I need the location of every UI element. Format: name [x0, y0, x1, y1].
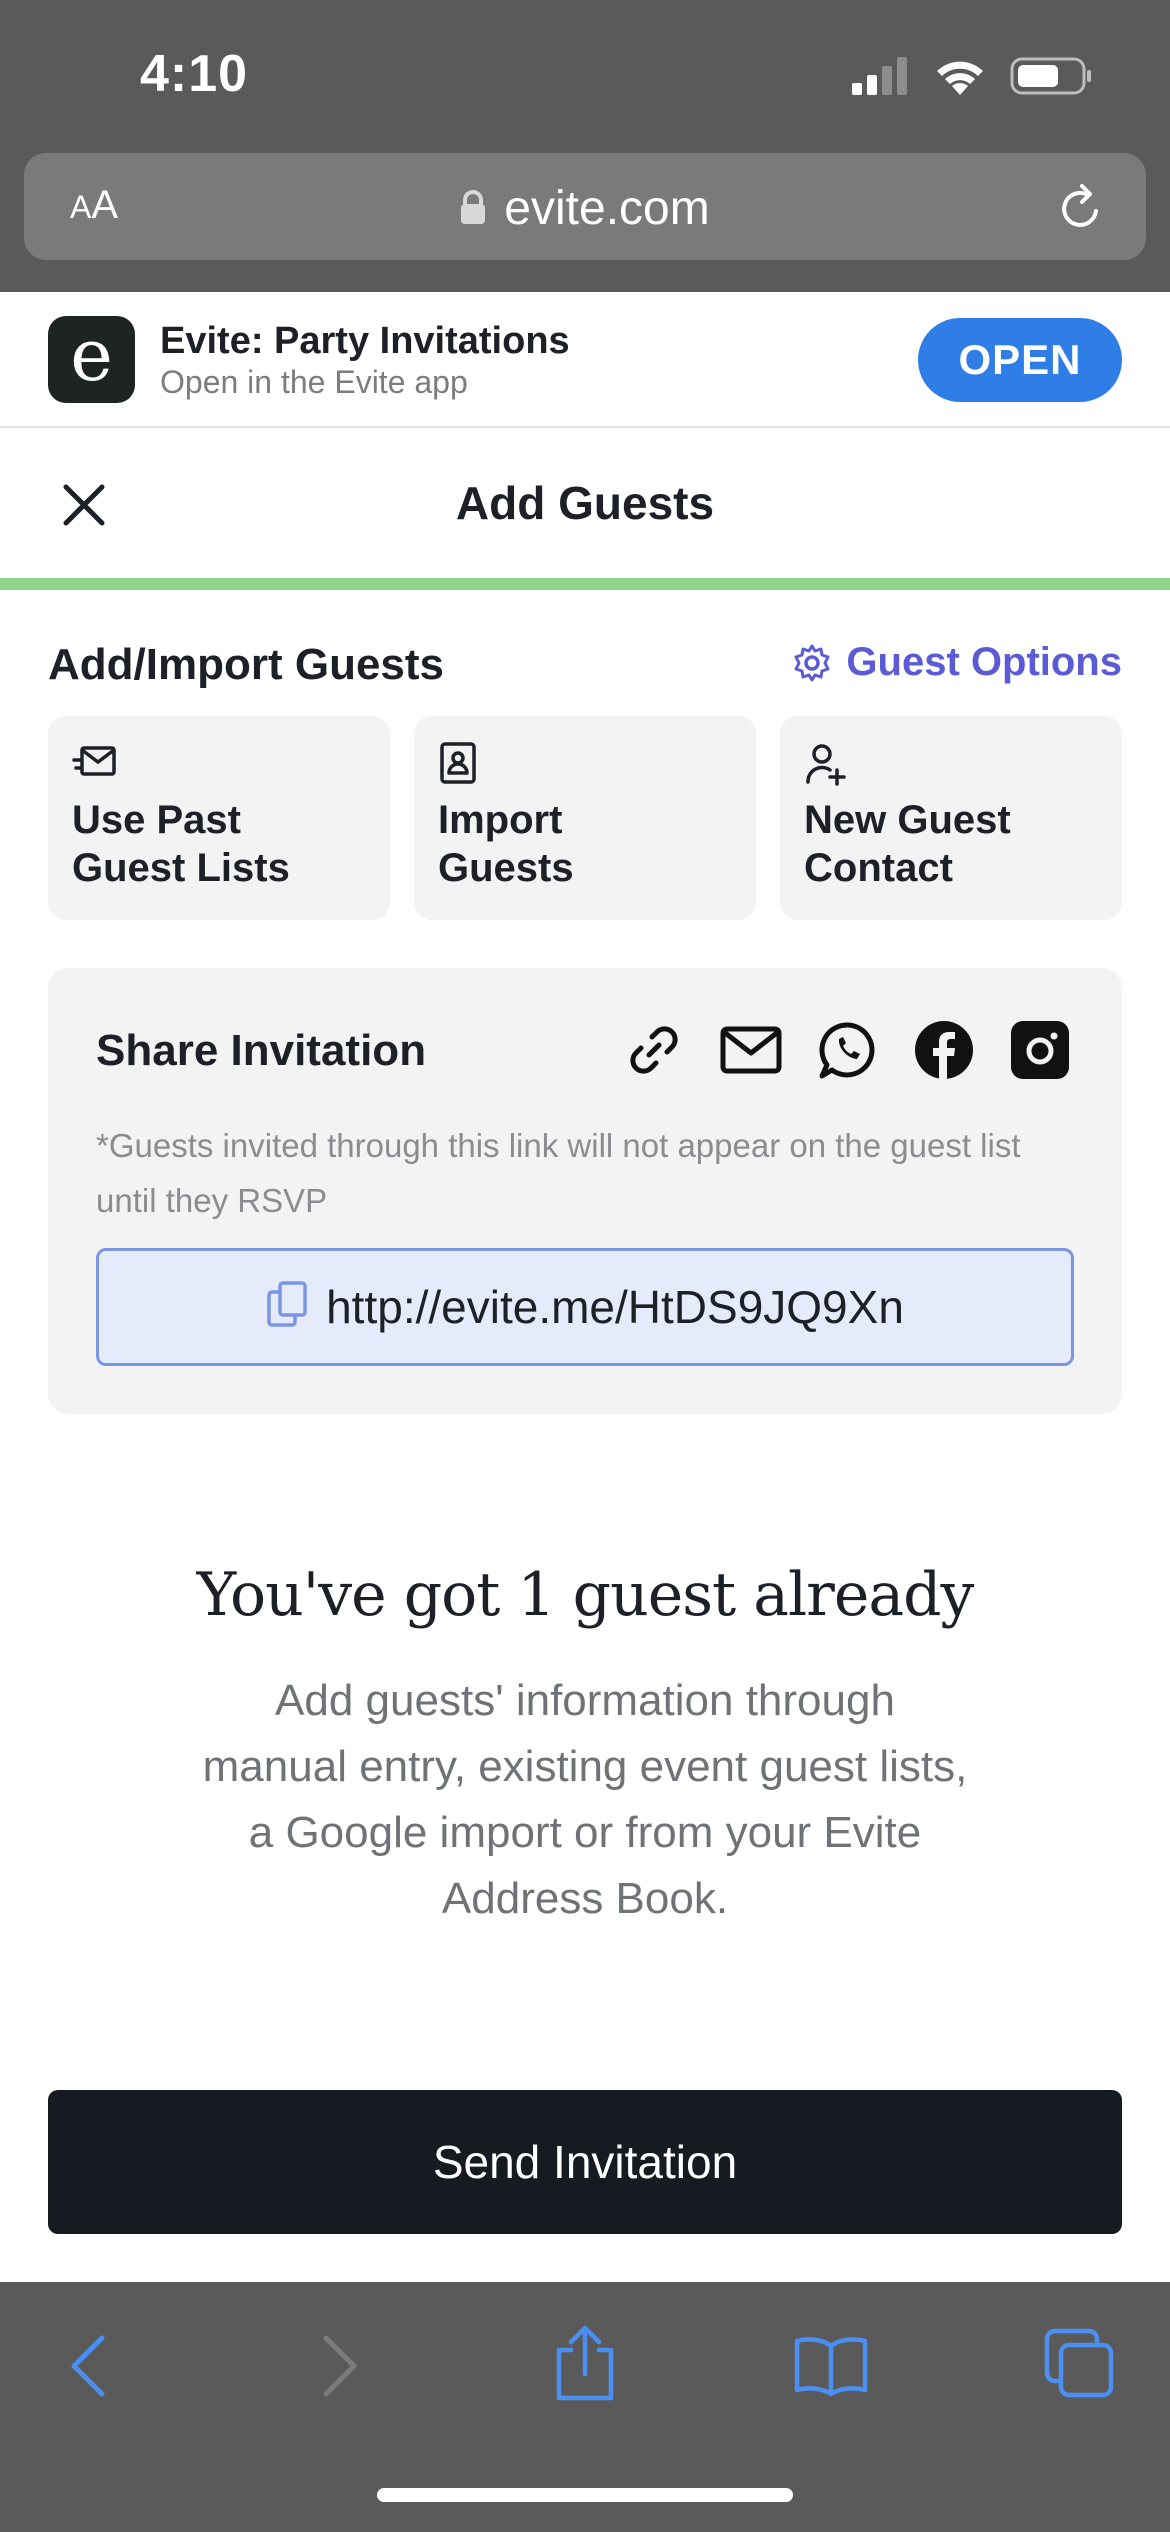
guest-options-link[interactable]: Guest Options — [792, 640, 1122, 685]
add-person-icon — [806, 744, 846, 786]
share-title: Share Invitation — [96, 1026, 427, 1075]
whatsapp-icon[interactable] — [818, 1020, 878, 1080]
mail-icon[interactable] — [720, 1026, 782, 1074]
new-guest-contact-card[interactable]: New Guest Contact — [780, 716, 1122, 920]
send-invitation-button[interactable]: Send Invitation — [48, 2090, 1122, 2234]
link-icon[interactable] — [624, 1020, 684, 1080]
copy-icon — [267, 1281, 307, 1327]
share-icon[interactable] — [553, 2324, 617, 2402]
open-app-button[interactable]: OPEN — [918, 318, 1122, 402]
add-guest-cards: Use Past Guest Lists Import Guests New G… — [48, 716, 1122, 920]
wifi-icon — [937, 61, 983, 95]
forward-arrow-icon[interactable] — [320, 2334, 360, 2398]
guest-count-heading: You've got 1 guest already — [196, 1560, 975, 1630]
card-label-line2: Contact — [804, 846, 953, 890]
url-display[interactable]: evite.com — [24, 181, 1146, 236]
page-header: Add Guests — [0, 428, 1170, 578]
browser-top-bar: AA evite.com — [0, 150, 1170, 292]
card-label: Use Past Guest Lists — [72, 796, 290, 892]
add-import-title: Add/Import Guests — [48, 640, 445, 689]
signal-icon — [852, 57, 907, 95]
back-arrow-icon[interactable] — [68, 2334, 108, 2398]
contact-book-icon — [440, 742, 476, 784]
share-link-box[interactable]: http://evite.me/HtDS9JQ9Xn — [96, 1248, 1074, 1366]
home-indicator — [377, 2488, 793, 2502]
url-text: evite.com — [504, 182, 710, 235]
app-banner: e Evite: Party Invitations Open in the E… — [0, 292, 1170, 428]
card-label-line2: Guest Lists — [72, 846, 290, 890]
guest-options-label: Guest Options — [846, 640, 1122, 684]
use-past-guest-lists-card[interactable]: Use Past Guest Lists — [48, 716, 390, 920]
battery-icon — [1010, 57, 1091, 95]
instagram-icon[interactable] — [1010, 1020, 1070, 1080]
status-time: 4:10 — [140, 45, 249, 103]
card-label-line1: Use Past — [72, 798, 241, 842]
tabs-icon[interactable] — [1044, 2328, 1114, 2398]
gear-icon — [794, 644, 830, 681]
card-label: Import Guests — [438, 796, 574, 892]
lock-icon — [461, 190, 486, 225]
progress-bar — [0, 578, 1170, 590]
card-label-line2: Guests — [438, 846, 574, 890]
app-name: Evite: Party Invitations — [160, 320, 570, 362]
address-bar[interactable]: AA evite.com — [24, 153, 1146, 260]
status-bar: 4:10 — [0, 0, 1170, 150]
envelope-send-icon — [72, 746, 116, 776]
share-note: *Guests invited through this link will n… — [96, 1127, 1021, 1219]
card-label-line1: Import — [438, 798, 563, 842]
facebook-icon[interactable] — [914, 1020, 974, 1080]
share-link-text: http://evite.me/HtDS9JQ9Xn — [326, 1281, 904, 1333]
bookmarks-icon[interactable] — [794, 2334, 868, 2396]
import-guests-card[interactable]: Import Guests — [414, 716, 756, 920]
reload-icon[interactable] — [1056, 181, 1106, 233]
share-icons — [624, 1020, 1070, 1080]
evite-logo: e — [48, 316, 135, 403]
status-icons — [852, 56, 1092, 96]
share-invitation-panel: Share Invitation *Guests invited through… — [48, 968, 1122, 1414]
card-label: New Guest Contact — [804, 796, 1011, 892]
app-subtitle: Open in the Evite app — [160, 364, 468, 400]
guest-count-description: Add guests' information through manual e… — [202, 1676, 968, 1923]
card-label-line1: New Guest — [804, 798, 1011, 842]
page-title: Add Guests — [455, 477, 715, 529]
